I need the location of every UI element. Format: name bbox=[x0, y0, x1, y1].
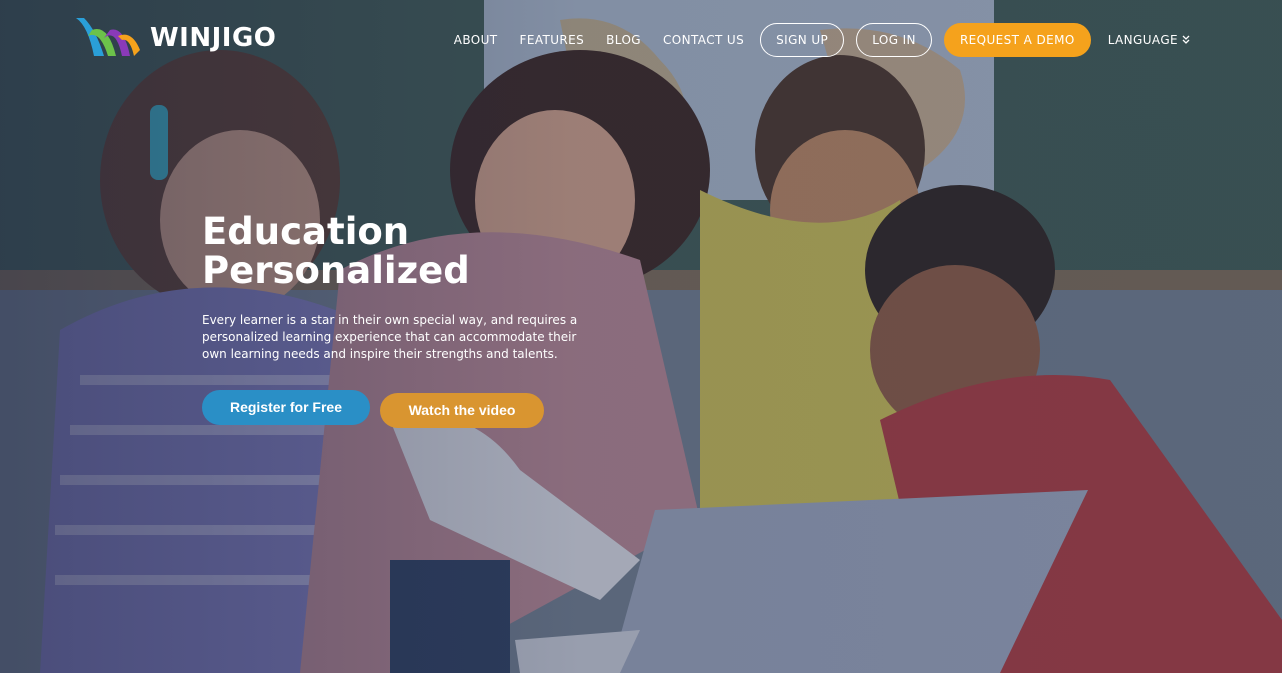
hero-description-line-1: Every learner is a star in their own spe… bbox=[202, 313, 578, 327]
hero-dark-overlay bbox=[0, 0, 1282, 673]
nav-features[interactable]: FEATURES bbox=[520, 23, 585, 57]
logo[interactable]: WINJIGO bbox=[74, 16, 276, 60]
log-in-button[interactable]: LOG IN bbox=[856, 23, 932, 57]
register-for-free-button[interactable]: Register for Free bbox=[202, 390, 370, 425]
site-header: WINJIGO ABOUT FEATURES BLOG CONTACT US S… bbox=[0, 0, 1282, 80]
request-demo-button[interactable]: REQUEST A DEMO bbox=[943, 23, 1091, 57]
language-selector[interactable]: LANGUAGE bbox=[1108, 23, 1190, 57]
winjigo-logo-icon bbox=[76, 18, 140, 56]
nav-blog[interactable]: BLOG bbox=[606, 23, 641, 57]
hero-description: Every learner is a star in their own spe… bbox=[202, 312, 592, 363]
main-nav: ABOUT FEATURES BLOG CONTACT US SIGN UP L… bbox=[454, 23, 1190, 57]
nav-contact-us[interactable]: CONTACT US bbox=[663, 23, 744, 57]
hero-title-line-2: Personalized bbox=[202, 249, 470, 292]
hero-description-line-2: personalized learning experience that ca… bbox=[202, 330, 577, 344]
hero-title: Education Personalized bbox=[202, 212, 470, 290]
hero-title-line-1: Education bbox=[202, 210, 410, 253]
watch-video-button[interactable]: Watch the video bbox=[380, 393, 544, 428]
hero-description-line-3: own learning needs and inspire their str… bbox=[202, 347, 558, 361]
hero-section bbox=[0, 0, 1282, 673]
logo-text: WINJIGO bbox=[150, 23, 277, 53]
language-label: LANGUAGE bbox=[1107, 33, 1178, 47]
double-chevron-down-icon bbox=[1182, 35, 1190, 44]
sign-up-button[interactable]: SIGN UP bbox=[760, 23, 845, 57]
nav-about[interactable]: ABOUT bbox=[454, 23, 498, 57]
